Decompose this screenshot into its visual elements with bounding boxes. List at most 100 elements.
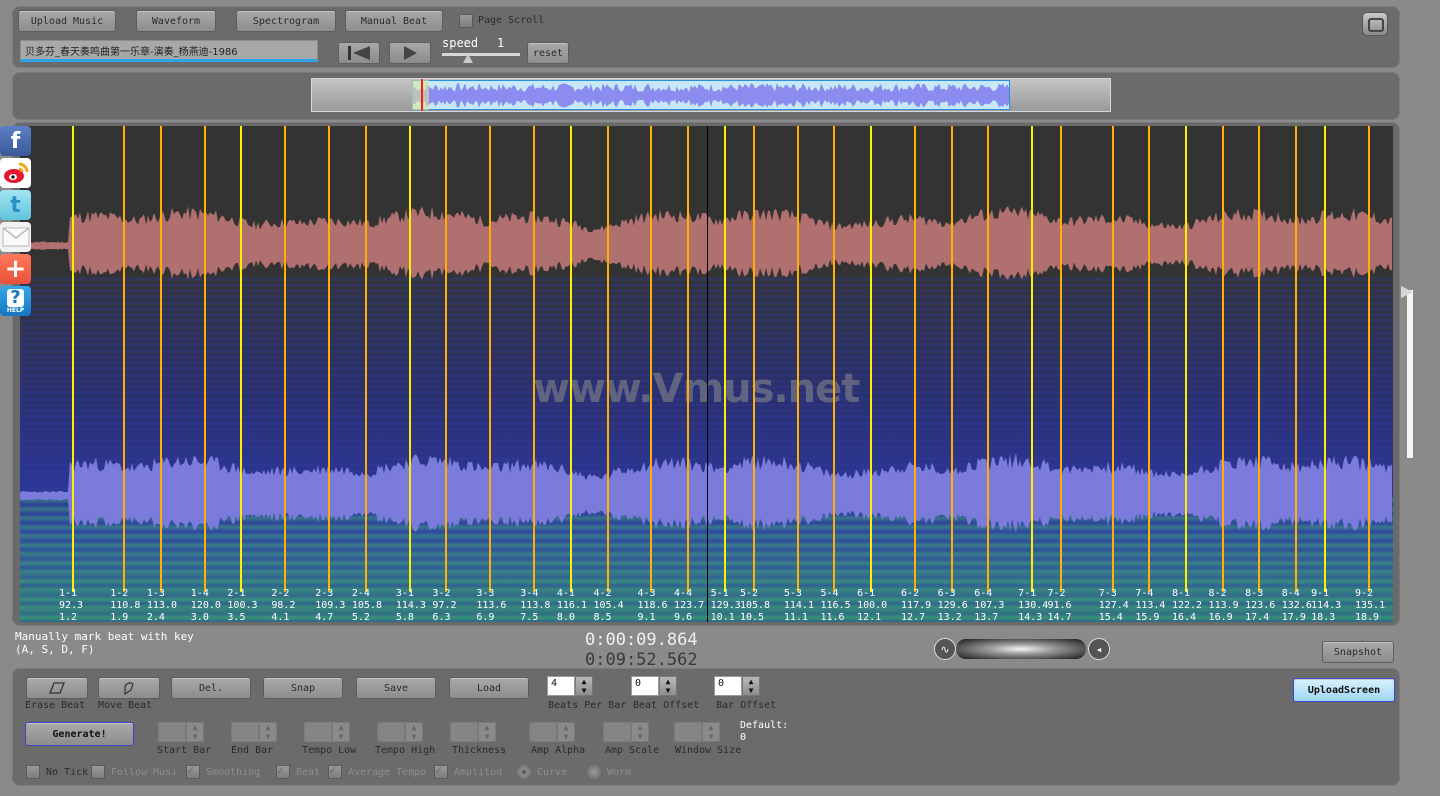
delete-beats-button[interactable]: Del. (171, 677, 251, 699)
overview-selection[interactable] (411, 80, 1011, 110)
tempo-high-stepper[interactable]: ▲ ▼ (377, 722, 423, 742)
manual-beat-button[interactable]: Manual Beat (345, 10, 443, 32)
fullscreen-icon[interactable] (1362, 12, 1388, 36)
amp-scale-arrows[interactable]: ▲ ▼ (631, 722, 649, 742)
end-bar-stepper[interactable]: ▲ ▼ (231, 722, 277, 742)
play-button[interactable] (389, 42, 431, 64)
follow-music-checkbox[interactable] (91, 765, 105, 779)
worm-radio[interactable] (587, 765, 601, 779)
amplitude-checkbox[interactable] (434, 763, 448, 779)
overview-playhead[interactable] (421, 79, 424, 111)
end-bar-arrows[interactable]: ▲ ▼ (259, 722, 277, 742)
rewind-button[interactable] (338, 42, 380, 64)
waveform-sine-icon[interactable]: ∿ (934, 638, 956, 660)
amp-alpha-arrows[interactable]: ▲ ▼ (557, 722, 575, 742)
speed-slider[interactable] (442, 53, 520, 56)
email-icon[interactable] (0, 222, 31, 252)
beat-line[interactable] (987, 126, 990, 592)
start-bar-arrows[interactable]: ▲ ▼ (186, 722, 204, 742)
start-bar-input[interactable] (158, 722, 186, 742)
move-beat-button[interactable] (98, 677, 160, 699)
amp-scale-stepper[interactable]: ▲ ▼ (603, 722, 649, 742)
beat-line[interactable] (284, 126, 287, 592)
reset-speed-button[interactable]: reset (527, 42, 569, 64)
tempo-high-input[interactable] (377, 722, 405, 742)
curve-radio[interactable] (517, 765, 531, 779)
page-scroll-checkbox[interactable] (459, 14, 473, 28)
bar-start-beat-line[interactable] (240, 126, 243, 592)
beat-line[interactable] (1258, 126, 1261, 592)
spectrogram-button[interactable]: Spectrogram (236, 10, 336, 32)
add-share-icon[interactable]: + (0, 254, 31, 284)
beat-line[interactable] (328, 126, 331, 592)
end-bar-input[interactable] (231, 722, 259, 742)
beat-line[interactable] (1148, 126, 1151, 592)
beats-per-bar-input[interactable]: 4 (547, 676, 575, 696)
tempo-low-stepper[interactable]: ▲ ▼ (304, 722, 350, 742)
average-tempo-checkbox[interactable] (328, 763, 342, 779)
facebook-icon[interactable]: f (0, 126, 31, 156)
help-icon[interactable]: ? HELP (0, 286, 31, 316)
no-tick-checkbox[interactable] (26, 765, 40, 779)
beat-line[interactable] (650, 126, 653, 592)
waveform-amplitude-icon[interactable]: ◂ (1088, 638, 1110, 660)
beat-line[interactable] (123, 126, 126, 592)
vertical-scroll-handle[interactable] (1401, 286, 1413, 298)
weibo-icon[interactable] (0, 158, 31, 188)
tempo-high-arrows[interactable]: ▲ ▼ (405, 722, 423, 742)
beats-per-bar-arrows[interactable]: ▲ ▼ (575, 676, 593, 696)
beat-line[interactable] (364, 126, 367, 592)
bar-start-beat-line[interactable] (72, 126, 74, 592)
beat-line[interactable] (1111, 126, 1114, 592)
beat-offset-input[interactable]: 0 (631, 676, 659, 696)
beat-line[interactable] (687, 126, 690, 592)
tempo-low-input[interactable] (304, 722, 332, 742)
beat-line[interactable] (1294, 126, 1297, 592)
load-button[interactable]: Load (449, 677, 529, 699)
window-size-input[interactable] (674, 722, 702, 742)
beat-line[interactable] (1060, 126, 1063, 592)
bar-offset-arrows[interactable]: ▲ ▼ (742, 676, 760, 696)
amp-scale-input[interactable] (603, 722, 631, 742)
beat-line[interactable] (203, 126, 206, 592)
beat-offset-arrows[interactable]: ▲ ▼ (659, 676, 677, 696)
beat-line[interactable] (914, 126, 917, 592)
generate-button[interactable]: Generate! (25, 722, 134, 746)
bar-start-beat-line[interactable] (408, 126, 411, 592)
vertical-scrollbar[interactable] (1407, 290, 1413, 458)
bar-start-beat-line[interactable] (1184, 126, 1187, 592)
song-title-field[interactable]: 贝多芬_春天奏鸣曲第一乐章-演奏_杨燕迪-1986 (20, 40, 318, 62)
erase-beat-button[interactable] (26, 677, 88, 699)
beat-checkbox[interactable] (276, 763, 290, 779)
smoothing-checkbox[interactable] (186, 763, 200, 779)
thickness-arrows[interactable]: ▲ ▼ (478, 722, 496, 742)
beat-line[interactable] (1221, 126, 1224, 592)
beat-line[interactable] (950, 126, 953, 592)
bar-start-beat-line[interactable] (723, 126, 726, 592)
beat-line[interactable] (752, 126, 755, 592)
thickness-input[interactable] (450, 722, 478, 742)
beat-line[interactable] (445, 126, 448, 592)
snapshot-button[interactable]: Snapshot (1322, 641, 1394, 663)
beat-line[interactable] (489, 126, 492, 592)
bar-offset-input[interactable]: 0 (714, 676, 742, 696)
window-size-arrows[interactable]: ▲ ▼ (702, 722, 720, 742)
beat-offset-stepper[interactable]: 0 ▲ ▼ (631, 676, 677, 696)
bar-start-beat-line[interactable] (1031, 126, 1034, 592)
beat-line[interactable] (606, 126, 609, 592)
twitter-icon[interactable]: t (0, 190, 31, 220)
window-size-stepper[interactable]: ▲ ▼ (674, 722, 720, 742)
snap-button[interactable]: Snap (263, 677, 343, 699)
beats-per-bar-stepper[interactable]: 4 ▲ ▼ (547, 676, 593, 696)
beat-line[interactable] (833, 126, 836, 592)
overview-navigator[interactable] (311, 78, 1111, 112)
start-bar-stepper[interactable]: ▲ ▼ (158, 722, 204, 742)
upload-screen-button[interactable]: UploadScreen (1293, 678, 1395, 702)
tempo-low-arrows[interactable]: ▲ ▼ (332, 722, 350, 742)
beat-line[interactable] (159, 126, 162, 592)
bar-start-beat-line[interactable] (569, 126, 572, 592)
upload-music-button[interactable]: Upload Music (18, 10, 116, 32)
save-button[interactable]: Save (356, 677, 436, 699)
bar-start-beat-line[interactable] (1324, 126, 1327, 592)
beat-line[interactable] (1368, 126, 1370, 592)
